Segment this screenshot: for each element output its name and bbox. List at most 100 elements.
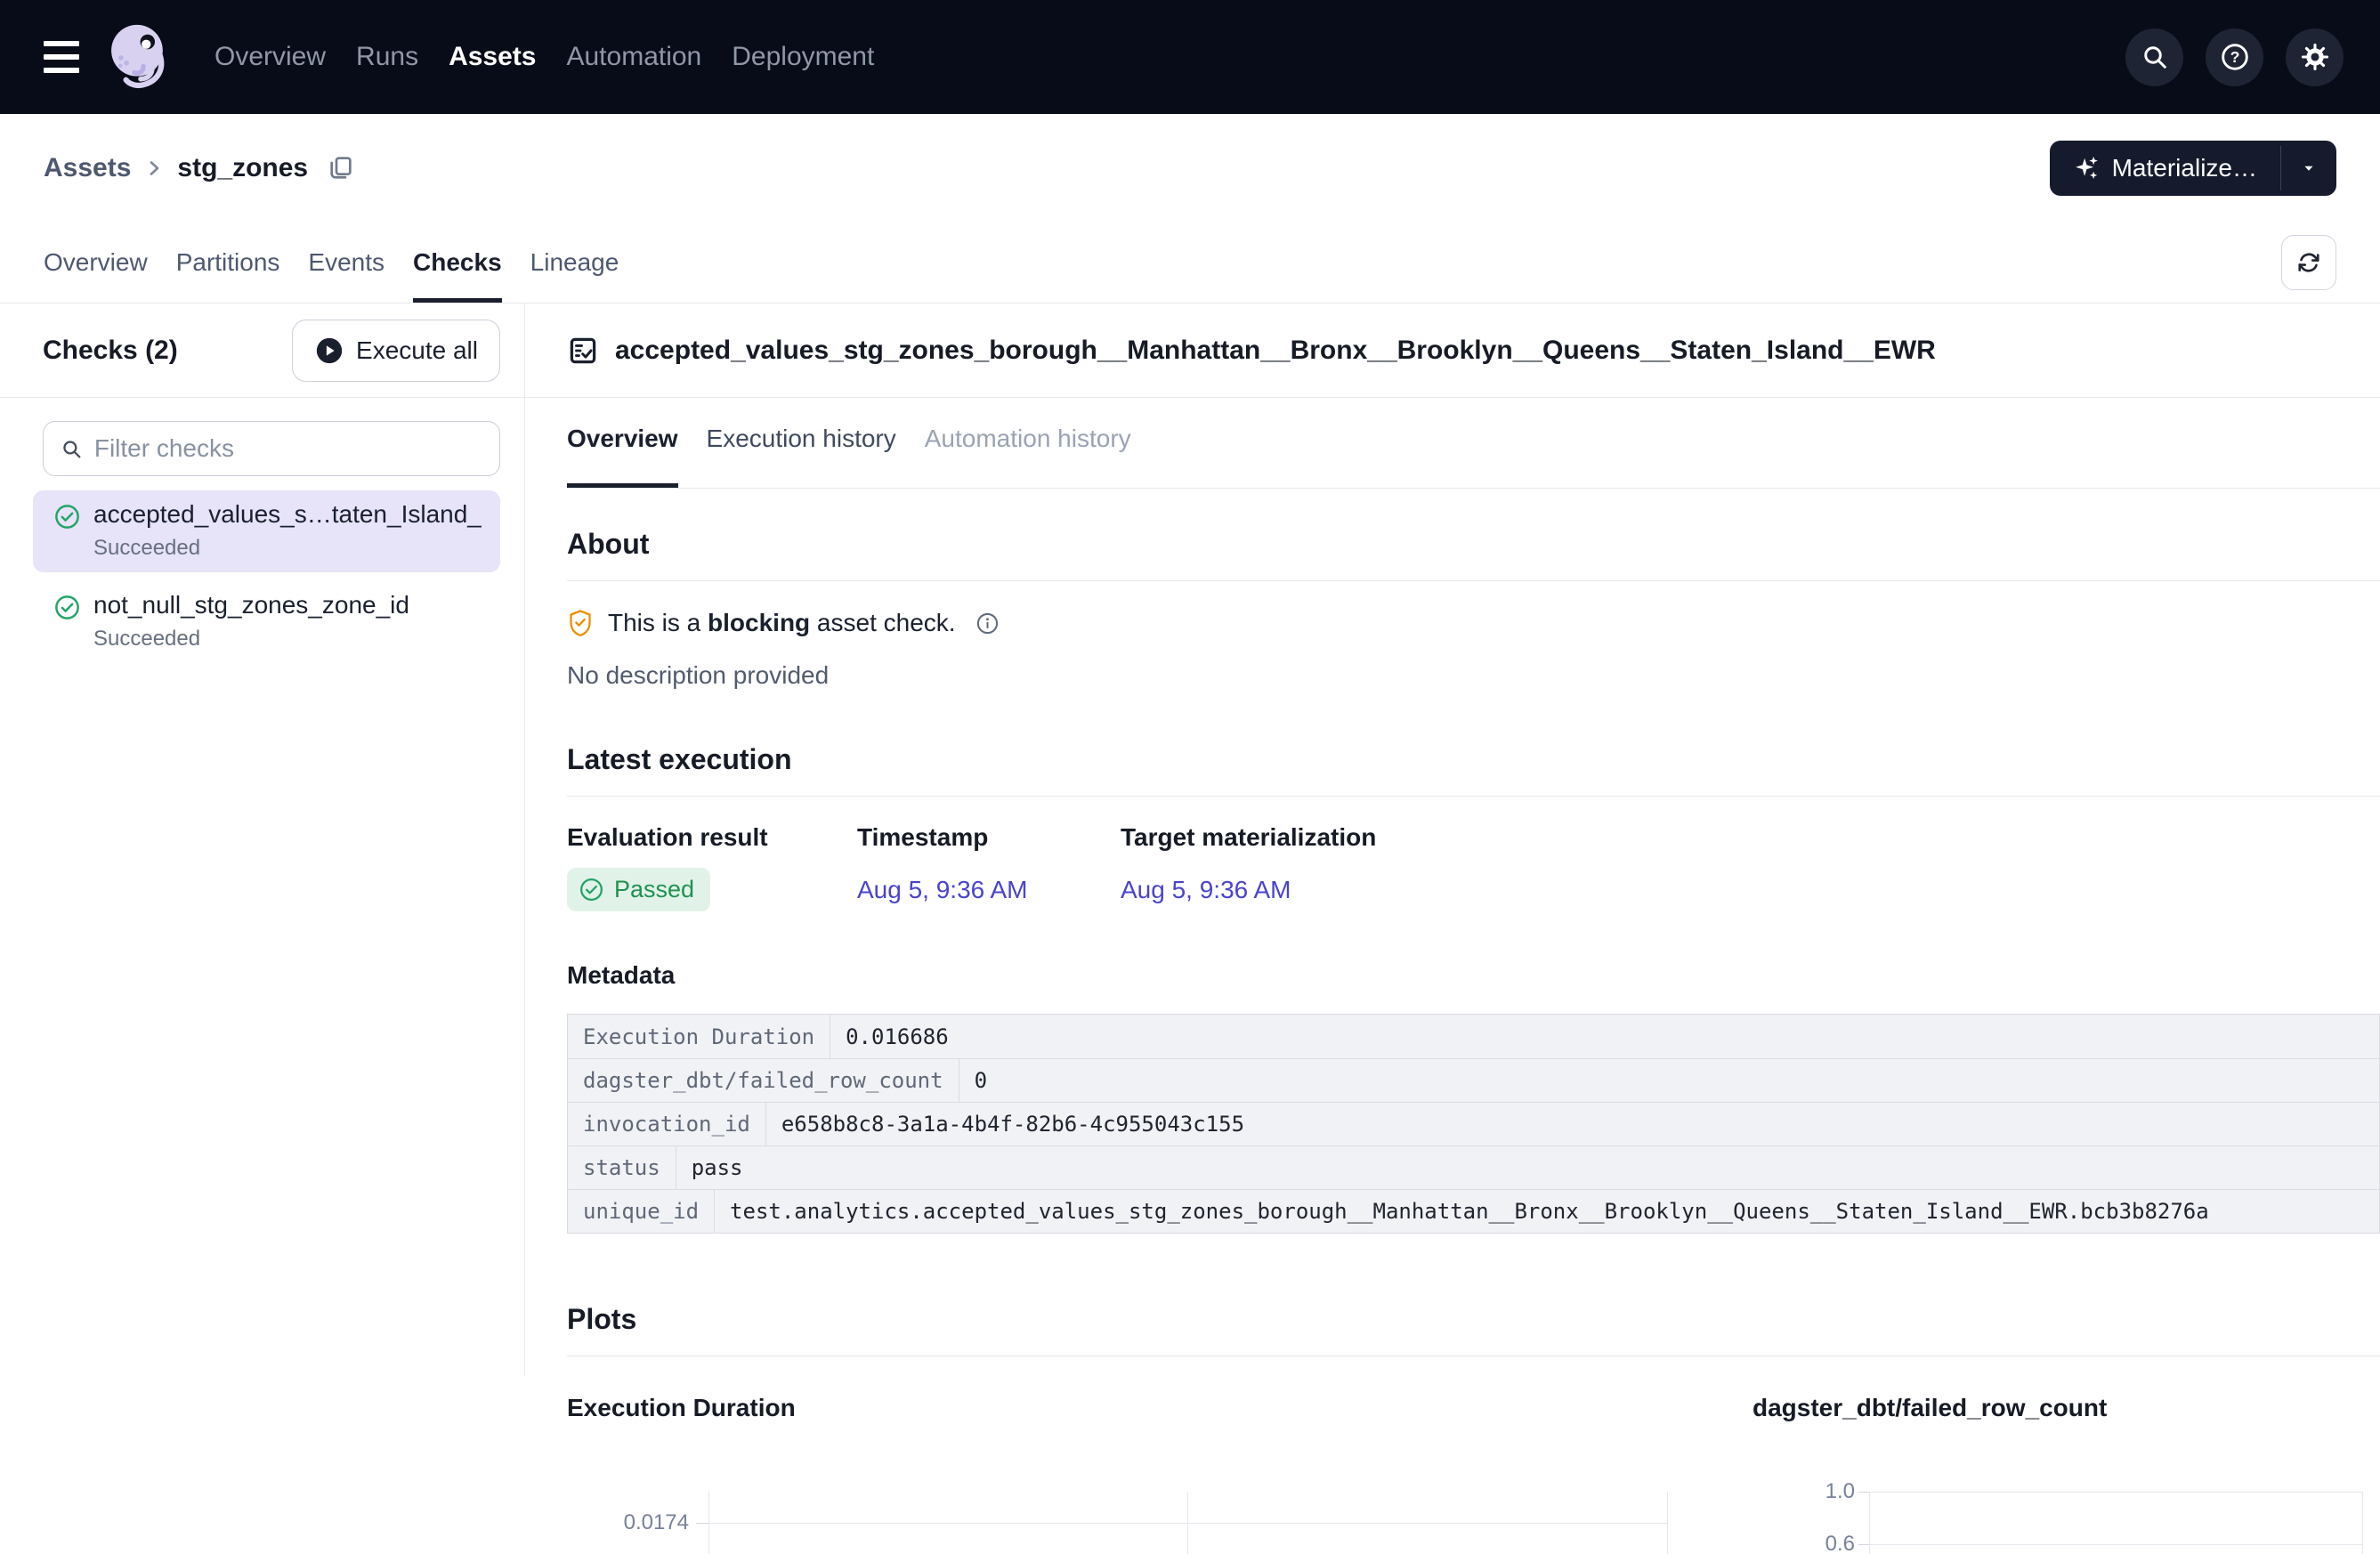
shield-check-icon xyxy=(567,608,594,638)
tab-lineage[interactable]: Lineage xyxy=(530,223,619,303)
checklist-icon xyxy=(567,335,599,367)
breadcrumb-row: Assets stg_zones Materialize… xyxy=(0,114,2380,223)
plots-section: Execution Duration 0.0174 dagster_dbt/fa… xyxy=(567,1394,2380,1554)
refresh-icon xyxy=(2295,249,2322,276)
nav-deployment[interactable]: Deployment xyxy=(732,42,874,72)
metadata-key: unique_id xyxy=(568,1190,715,1233)
tab-overview[interactable]: Overview xyxy=(44,223,148,303)
divider xyxy=(567,796,2380,797)
chart-title: Execution Duration xyxy=(567,1394,1753,1422)
execute-all-button[interactable]: Execute all xyxy=(292,320,500,382)
settings-button[interactable] xyxy=(2286,28,2344,86)
check-name: not_null_stg_zones_zone_id xyxy=(93,591,409,619)
metadata-table: Execution Duration 0.016686 dagster_dbt/… xyxy=(567,1014,2380,1234)
check-detail-tabs: Overview Execution history Automation hi… xyxy=(567,398,2380,489)
blocking-check-row: This is a blocking asset check. xyxy=(567,608,2380,638)
table-row: status pass xyxy=(568,1145,2379,1189)
breadcrumb: Assets stg_zones xyxy=(44,153,354,183)
divider xyxy=(567,580,2380,581)
evaluation-result-label: Evaluation result xyxy=(567,823,857,852)
latest-execution-labels: Evaluation result Timestamp Target mater… xyxy=(567,823,2380,852)
metadata-value: pass xyxy=(676,1155,2379,1180)
metadata-value: 0 xyxy=(959,1068,2379,1093)
materialize-label: Materialize… xyxy=(2112,154,2257,182)
nav-overview[interactable]: Overview xyxy=(215,42,326,72)
y-axis-tick: 0.0174 xyxy=(567,1510,689,1535)
tab-check-overview[interactable]: Overview xyxy=(567,425,678,488)
help-button[interactable]: ? xyxy=(2206,28,2263,86)
play-circle-icon xyxy=(314,336,344,366)
metadata-key: invocation_id xyxy=(568,1103,766,1145)
copy-icon xyxy=(326,153,354,183)
chart-title: dagster_dbt/failed_row_count xyxy=(1753,1394,2380,1422)
check-title: accepted_values_stg_zones_borough__Manha… xyxy=(615,336,1936,366)
breadcrumb-assets-link[interactable]: Assets xyxy=(44,153,131,183)
check-list-item-accepted-values[interactable]: accepted_values_s…taten_Island_ Succeede… xyxy=(33,490,500,572)
gear-icon xyxy=(2300,42,2330,72)
dagster-logo[interactable] xyxy=(109,23,168,91)
execute-all-label: Execute all xyxy=(356,336,478,365)
checks-sidebar: accepted_values_s…taten_Island_ Succeede… xyxy=(0,398,525,1376)
tab-checks[interactable]: Checks xyxy=(413,223,502,303)
copy-asset-name-button[interactable] xyxy=(326,153,354,183)
target-materialization-label: Target materialization xyxy=(1121,823,2380,852)
checks-count-title: Checks (2) xyxy=(43,336,178,366)
metadata-value: e658b8c8-3a1a-4b4f-82b6-4c955043c155 xyxy=(766,1112,2379,1137)
filter-checks-box xyxy=(43,421,500,476)
materialize-split-button: Materialize… xyxy=(2050,141,2336,196)
y-axis-tick: 1.0 xyxy=(1753,1479,1855,1504)
help-icon: ? xyxy=(2220,42,2250,72)
about-heading: About xyxy=(567,528,2380,561)
check-name: accepted_values_s…taten_Island_ xyxy=(93,500,482,529)
nav-automation[interactable]: Automation xyxy=(566,42,701,72)
hamburger-menu-icon[interactable] xyxy=(44,41,79,73)
chevron-down-icon xyxy=(2299,158,2319,178)
target-materialization-link[interactable]: Aug 5, 9:36 AM xyxy=(1121,876,2380,904)
materialize-button[interactable]: Materialize… xyxy=(2050,141,2280,196)
chart-plot-area: 0.0174 xyxy=(567,1492,1753,1554)
checks-sidebar-header: Checks (2) Execute all xyxy=(0,304,525,397)
metadata-heading: Metadata xyxy=(567,961,2380,990)
search-button[interactable] xyxy=(2125,28,2183,86)
asset-tabs-row: Overview Partitions Events Checks Lineag… xyxy=(0,223,2380,304)
sparkle-icon xyxy=(2073,155,2100,182)
breadcrumb-chevron-icon xyxy=(143,158,165,179)
info-icon[interactable] xyxy=(975,611,1000,635)
metadata-value: test.analytics.accepted_values_stg_zones… xyxy=(715,1199,2379,1224)
latest-execution-values: Passed Aug 5, 9:36 AM Aug 5, 9:36 AM xyxy=(567,868,2380,911)
timestamp-link[interactable]: Aug 5, 9:36 AM xyxy=(857,876,1121,904)
tab-events[interactable]: Events xyxy=(308,223,385,303)
metadata-value: 0.016686 xyxy=(830,1024,2379,1049)
materialize-dropdown-button[interactable] xyxy=(2281,141,2336,196)
plots-heading: Plots xyxy=(567,1303,2380,1336)
table-row: invocation_id e658b8c8-3a1a-4b4f-82b6-4c… xyxy=(568,1102,2379,1145)
execution-duration-chart: Execution Duration 0.0174 xyxy=(567,1394,1753,1554)
top-navigation-bar: Overview Runs Assets Automation Deployme… xyxy=(0,0,2380,114)
latest-execution-heading: Latest execution xyxy=(567,743,2380,776)
failed-row-count-chart: dagster_dbt/failed_row_count 1.0 0.6 xyxy=(1753,1394,2380,1554)
tab-execution-history[interactable]: Execution history xyxy=(707,425,896,488)
asset-name: stg_zones xyxy=(177,153,308,183)
tab-partitions[interactable]: Partitions xyxy=(176,223,280,303)
passed-badge: Passed xyxy=(567,868,710,911)
table-row: Execution Duration 0.016686 xyxy=(568,1015,2379,1058)
metadata-key: dagster_dbt/failed_row_count xyxy=(568,1059,959,1102)
check-status: Succeeded xyxy=(93,627,409,652)
metadata-key: status xyxy=(568,1146,676,1189)
chart-plot-area: 1.0 0.6 xyxy=(1753,1492,2380,1554)
filter-checks-input[interactable] xyxy=(94,434,482,463)
search-icon xyxy=(61,437,83,461)
check-title-row: accepted_values_stg_zones_borough__Manha… xyxy=(525,304,2380,397)
tab-automation-history: Automation history xyxy=(925,425,1131,488)
refresh-button[interactable] xyxy=(2281,235,2336,290)
svg-text:?: ? xyxy=(2230,48,2239,66)
checks-header-band: Checks (2) Execute all accepted_values_s… xyxy=(0,304,2380,398)
check-list-item-not-null[interactable]: not_null_stg_zones_zone_id Succeeded xyxy=(33,581,500,663)
y-axis-tick: 0.6 xyxy=(1753,1532,1855,1554)
search-icon xyxy=(2141,43,2169,71)
metadata-key: Execution Duration xyxy=(568,1015,830,1058)
nav-runs[interactable]: Runs xyxy=(356,42,418,72)
check-success-icon xyxy=(53,594,81,652)
primary-nav: Overview Runs Assets Automation Deployme… xyxy=(215,42,874,72)
nav-assets[interactable]: Assets xyxy=(449,42,536,72)
